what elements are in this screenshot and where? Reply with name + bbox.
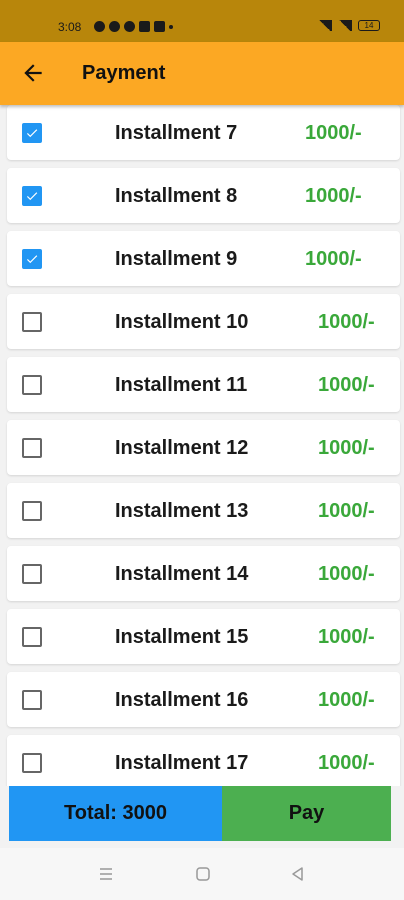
total-amount: Total: 3000 — [9, 786, 222, 841]
installment-label: Installment 10 — [115, 311, 249, 333]
installment-checkbox[interactable] — [22, 564, 42, 584]
installment-label: Installment 15 — [115, 626, 249, 648]
installment-amount: 1000/- — [318, 752, 375, 774]
youtube-icon — [154, 21, 165, 32]
installment-amount: 1000/- — [305, 248, 362, 270]
installment-label: Installment 12 — [115, 437, 249, 459]
installment-amount: 1000/- — [318, 437, 375, 459]
installment-row: Installment 8 1000/- — [7, 168, 400, 223]
check-icon — [26, 129, 38, 138]
installment-label: Installment 13 — [115, 500, 249, 522]
installment-row: Installment 15 1000/- — [7, 609, 400, 664]
notification-icon — [94, 21, 105, 32]
installment-row: Installment 13 1000/- — [7, 483, 400, 538]
signal-icon — [338, 20, 352, 31]
installment-amount: 1000/- — [305, 185, 362, 207]
installment-amount: 1000/- — [305, 122, 362, 144]
home-icon[interactable] — [195, 866, 211, 882]
installment-label: Installment 17 — [115, 752, 249, 774]
installment-label: Installment 9 — [115, 248, 238, 270]
installment-list[interactable]: Installment 7 1000/- Installment 8 1000/… — [0, 105, 404, 786]
installment-row: Installment 11 1000/- — [7, 357, 400, 412]
signal-icon — [318, 20, 332, 31]
installment-label: Installment 7 — [115, 122, 238, 144]
installment-row: Installment 12 1000/- — [7, 420, 400, 475]
check-icon — [26, 192, 38, 201]
status-bar: 3:08 14 — [0, 0, 404, 42]
back-button[interactable] — [20, 60, 46, 86]
installment-amount: 1000/- — [318, 689, 375, 711]
installment-label: Installment 16 — [115, 689, 249, 711]
app-icon — [139, 21, 150, 32]
installment-row: Installment 10 1000/- — [7, 294, 400, 349]
installment-row: Installment 16 1000/- — [7, 672, 400, 727]
installment-checkbox[interactable] — [22, 375, 42, 395]
installment-checkbox[interactable] — [22, 123, 42, 143]
system-icons: 14 — [318, 20, 380, 31]
installment-checkbox[interactable] — [22, 627, 42, 647]
status-time: 3:08 — [58, 20, 82, 34]
installment-checkbox[interactable] — [22, 753, 42, 773]
page-title: Payment — [82, 62, 166, 84]
installment-row: Installment 17 1000/- — [7, 735, 400, 786]
check-icon — [26, 255, 38, 264]
installment-amount: 1000/- — [318, 626, 375, 648]
installment-row: Installment 7 1000/- — [7, 105, 400, 160]
installment-checkbox[interactable] — [22, 312, 42, 332]
installment-checkbox[interactable] — [22, 186, 42, 206]
installment-row: Installment 14 1000/- — [7, 546, 400, 601]
notification-icons — [94, 21, 173, 32]
arrow-left-icon — [24, 64, 42, 82]
system-nav-bar — [0, 848, 404, 900]
more-dot-icon — [169, 25, 173, 29]
app-bar: Payment — [0, 42, 404, 105]
pay-button[interactable]: Pay — [222, 786, 391, 841]
installment-label: Installment 14 — [115, 563, 249, 585]
recents-menu-icon[interactable] — [98, 866, 114, 882]
installment-amount: 1000/- — [318, 311, 375, 333]
installment-checkbox[interactable] — [22, 438, 42, 458]
installment-checkbox[interactable] — [22, 690, 42, 710]
bottom-bar: Total: 3000 Pay — [9, 786, 391, 841]
installment-label: Installment 8 — [115, 185, 238, 207]
installment-checkbox[interactable] — [22, 249, 42, 269]
installment-row: Installment 9 1000/- — [7, 231, 400, 286]
battery-icon: 14 — [358, 20, 380, 31]
notification-icon — [109, 21, 120, 32]
whatsapp-icon — [124, 21, 135, 32]
back-triangle-icon[interactable] — [290, 866, 306, 882]
installment-amount: 1000/- — [318, 374, 375, 396]
installment-amount: 1000/- — [318, 500, 375, 522]
installment-checkbox[interactable] — [22, 501, 42, 521]
installment-label: Installment 11 — [115, 374, 248, 396]
installment-amount: 1000/- — [318, 563, 375, 585]
